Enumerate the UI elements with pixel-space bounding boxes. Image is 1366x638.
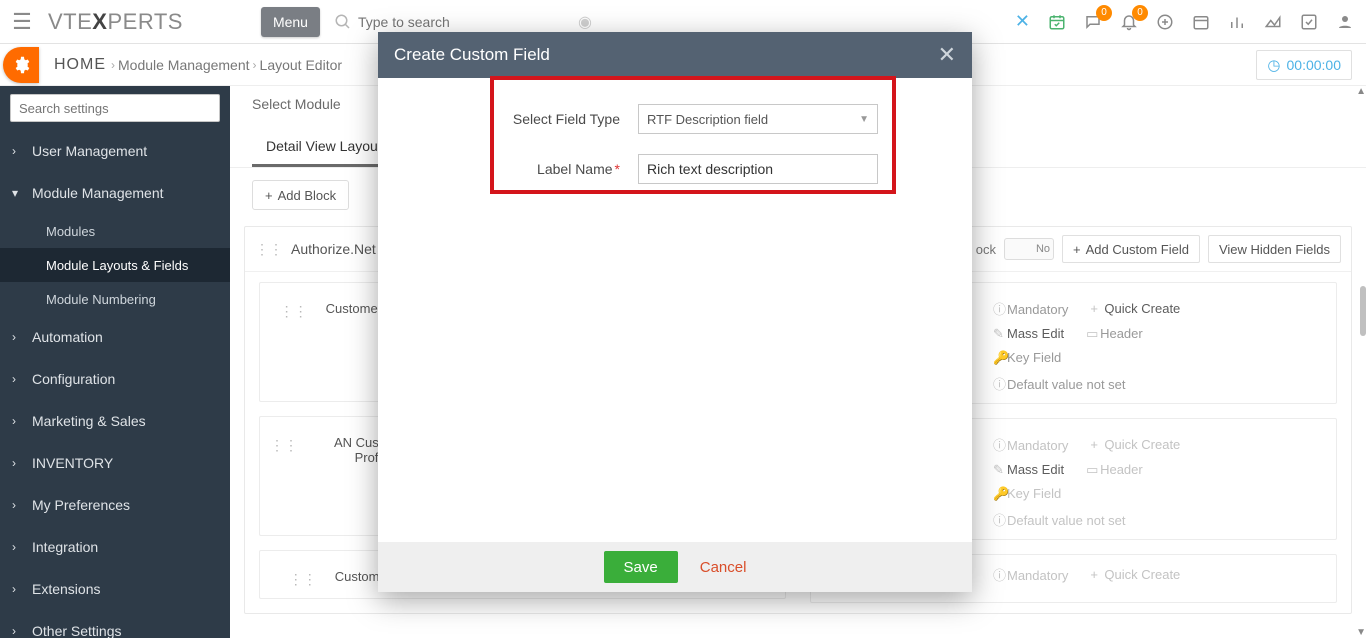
sidebar-item-user-management[interactable]: User Management	[0, 130, 230, 172]
field-type-row: Select Field Type RTF Description field …	[378, 104, 972, 134]
cancel-button[interactable]: Cancel	[700, 559, 747, 576]
sidebar-search[interactable]	[10, 94, 220, 122]
clear-search-icon[interactable]: ◉	[578, 12, 592, 32]
breadcrumb-item[interactable]: Layout Editor	[260, 57, 343, 73]
drag-handle-icon[interactable]: ⋮⋮	[255, 241, 283, 258]
create-custom-field-modal: Create Custom Field ✕ Select Field Type …	[378, 32, 972, 592]
add-icon[interactable]	[1156, 13, 1174, 31]
hamburger-menu-icon[interactable]: ☰	[0, 0, 44, 44]
plus-icon: +	[1090, 437, 1104, 452]
info-icon: ⓘ	[993, 374, 1007, 393]
field-type-value: RTF Description field	[647, 112, 768, 127]
tab-detail-view-layout[interactable]: Detail View Layout	[252, 128, 396, 167]
sidebar-item-module-management[interactable]: Module Management	[0, 172, 230, 214]
save-button[interactable]: Save	[604, 551, 678, 583]
modal-title: Create Custom Field	[394, 45, 550, 65]
header-icon: ▭	[1086, 326, 1100, 342]
settings-gear-panel	[0, 44, 42, 86]
block-controls: ock No +Add Custom Field View Hidden Fie…	[976, 235, 1341, 263]
sidebar-item-other-settings[interactable]: Other Settings	[0, 610, 230, 638]
chat-icon[interactable]: 0	[1084, 13, 1102, 31]
menu-button[interactable]: Menu	[261, 7, 320, 37]
label-name-label: Label Name*	[378, 161, 638, 177]
app-logo[interactable]: VTEXPERTS	[44, 0, 193, 44]
sidebar-item-inventory[interactable]: INVENTORY	[0, 442, 230, 484]
checkbox-icon[interactable]	[1300, 13, 1318, 31]
clock-icon: ◷	[1267, 56, 1280, 74]
select-module-label: Select Module	[252, 96, 341, 112]
breadcrumb-item[interactable]: Module Management	[118, 57, 250, 73]
close-icon[interactable]: ✕	[938, 42, 956, 68]
logo-small-icon[interactable]: ✕	[1015, 11, 1030, 32]
plus-icon: +	[1073, 242, 1081, 257]
sidebar-item-automation[interactable]: Automation	[0, 316, 230, 358]
label-name-input[interactable]	[638, 154, 878, 184]
field-type-select[interactable]: RTF Description field ▼	[638, 104, 878, 134]
info-icon: ⓘ	[993, 435, 1007, 454]
label-name-row: Label Name*	[378, 154, 972, 184]
sidebar-item-configuration[interactable]: Configuration	[0, 358, 230, 400]
sidebar-item-extensions[interactable]: Extensions	[0, 568, 230, 610]
drag-handle-icon[interactable]: ⋮⋮	[270, 437, 298, 454]
top-icon-bar: ✕ 0 0	[1015, 11, 1366, 32]
settings-sidebar: User Management Module Management Module…	[0, 86, 230, 638]
sidebar-item-integration[interactable]: Integration	[0, 526, 230, 568]
plus-icon: +	[265, 188, 273, 203]
info-icon: ⓘ	[993, 510, 1007, 529]
drag-handle-icon[interactable]: ⋮⋮	[289, 571, 317, 588]
field-type-label: Select Field Type	[378, 111, 638, 127]
bar-chart-icon[interactable]	[1228, 13, 1246, 31]
drag-handle-icon[interactable]: ⋮⋮	[280, 303, 308, 320]
timer-widget[interactable]: ◷ 00:00:00	[1256, 50, 1352, 80]
modal-footer: Save Cancel	[378, 542, 972, 592]
modal-header: Create Custom Field ✕	[378, 32, 972, 78]
scrollbar-thumb[interactable]	[1360, 286, 1366, 336]
sidebar-sub-module-numbering[interactable]: Module Numbering	[0, 282, 230, 316]
search-icon	[334, 13, 352, 31]
add-custom-field-button[interactable]: +Add Custom Field	[1062, 235, 1200, 263]
header-icon: ▭	[1086, 462, 1100, 478]
plus-icon: +	[1090, 567, 1104, 582]
add-block-button[interactable]: +Add Block	[252, 180, 349, 210]
calendar-icon[interactable]	[1192, 13, 1210, 31]
view-hidden-fields-button[interactable]: View Hidden Fields	[1208, 235, 1341, 263]
info-icon: ⓘ	[993, 565, 1007, 584]
key-icon: 🔑	[993, 350, 1007, 366]
edit-icon: ✎	[993, 326, 1007, 342]
sidebar-item-marketing-sales[interactable]: Marketing & Sales	[0, 400, 230, 442]
user-icon[interactable]	[1336, 13, 1354, 31]
key-icon: 🔑	[993, 486, 1007, 502]
modal-body: Select Field Type RTF Description field …	[378, 78, 972, 184]
sidebar-item-my-preferences[interactable]: My Preferences	[0, 484, 230, 526]
chevron-down-icon: ▼	[859, 114, 869, 125]
sidebar-search-input[interactable]	[10, 94, 220, 122]
scrollbar[interactable]: ▲ ▼	[1356, 86, 1366, 638]
sidebar-sub-module-layouts[interactable]: Module Layouts & Fields	[0, 248, 230, 282]
info-icon: ⓘ	[993, 299, 1007, 318]
global-search-input[interactable]	[358, 14, 578, 30]
settings-gear-icon[interactable]	[3, 47, 39, 83]
bell-badge: 0	[1132, 5, 1148, 21]
area-chart-icon[interactable]	[1264, 13, 1282, 31]
calendar-check-icon[interactable]	[1048, 13, 1066, 31]
edit-icon: ✎	[993, 462, 1007, 478]
chat-badge: 0	[1096, 5, 1112, 21]
breadcrumb-home[interactable]: HOME	[54, 56, 106, 74]
bell-icon[interactable]: 0	[1120, 13, 1138, 31]
sidebar-sub-modules[interactable]: Modules	[0, 214, 230, 248]
inactive-switch[interactable]: No	[1004, 238, 1054, 260]
inactive-fields-label: ock	[976, 242, 996, 257]
timer-value: 00:00:00	[1287, 57, 1342, 73]
plus-icon: +	[1090, 301, 1104, 316]
